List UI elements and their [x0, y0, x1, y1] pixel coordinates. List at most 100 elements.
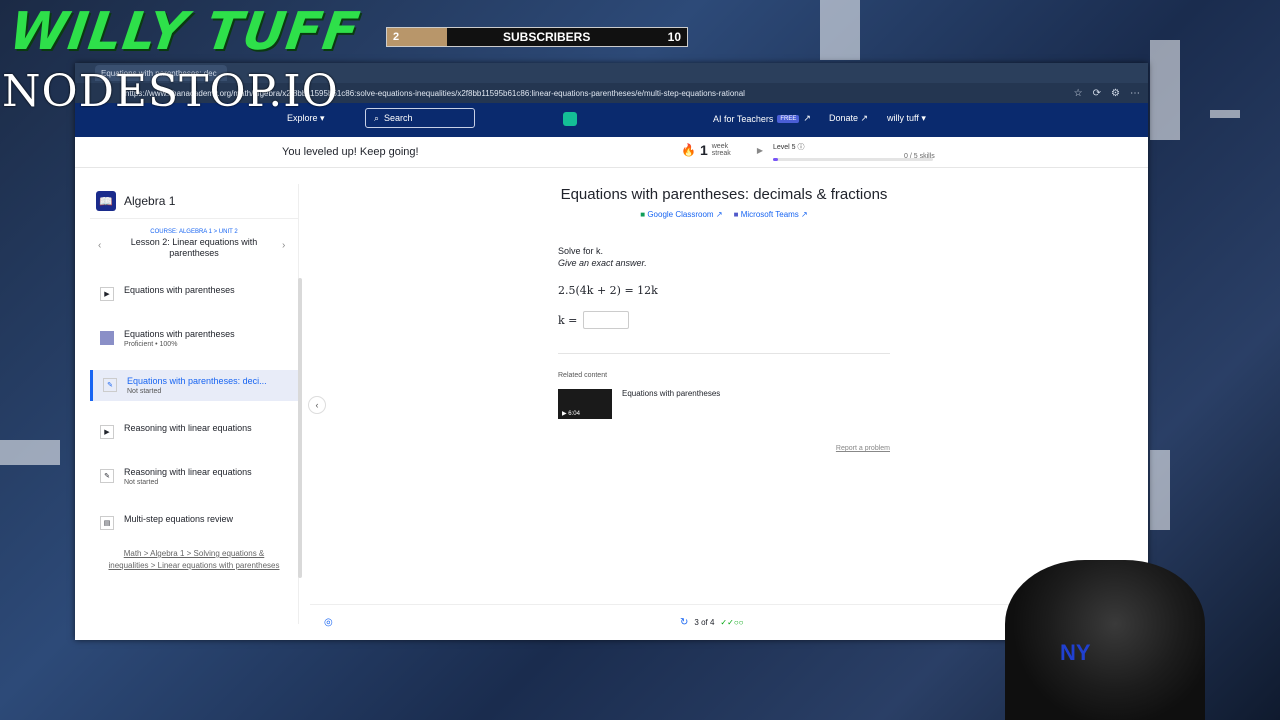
favorite-star-icon[interactable]: ☆	[1074, 88, 1083, 99]
problem-area: Solve for k. Give an exact answer. 2.5(4…	[558, 246, 890, 452]
ai-for-teachers-link[interactable]: AI for Teachers FREE ↗	[713, 113, 811, 124]
donate-link[interactable]: Donate ↗	[829, 113, 868, 124]
problem-hint: Give an exact answer.	[558, 258, 647, 268]
google-classroom-icon: ■	[640, 210, 646, 219]
video-icon: ▶	[100, 287, 114, 301]
stream-site-name: NODESTOP.IO	[2, 66, 339, 117]
lesson-sidebar: 📖 Algebra 1 COURSE: ALGEBRA 1 > UNIT 2 ‹…	[90, 184, 302, 624]
microsoft-teams-link[interactable]: Microsoft Teams	[741, 210, 799, 219]
problem-prompt: Solve for k.	[558, 246, 604, 256]
sidebar-item-label: Reasoning with linear equations	[124, 467, 252, 477]
level-up-message: You leveled up! Keep going!	[282, 146, 419, 158]
answer-label: k =	[558, 313, 578, 327]
pencil-icon: ✎	[100, 469, 114, 483]
level-fill	[773, 158, 778, 161]
external-link-icon: ↗	[860, 113, 869, 123]
browser-toolbar: ☆ ⟳ ⚙ ⋯	[1074, 88, 1148, 99]
mastery-square-icon	[100, 331, 114, 345]
sidebar-item-label: Equations with parentheses	[124, 285, 235, 295]
sidebar-item-label: Reasoning with linear equations	[124, 423, 252, 433]
background-light	[820, 0, 860, 60]
search-label: Search	[384, 113, 413, 123]
sidebar-item[interactable]: ▶ Equations with parentheses	[90, 279, 298, 307]
ai-for-teachers-label: AI for Teachers	[713, 113, 774, 124]
sidebar-item[interactable]: Equations with parentheses Proficient • …	[90, 323, 298, 354]
donate-label: Donate	[829, 113, 859, 123]
sidebar-item-label: Equations with parentheses	[124, 329, 235, 339]
flame-icon: 🔥	[681, 143, 696, 157]
video-icon: ▶	[100, 425, 114, 439]
user-menu[interactable]: willy tuff ▾	[887, 113, 926, 124]
progress-dots: ✓✓○○	[720, 618, 744, 627]
microsoft-teams-icon: ■	[733, 210, 739, 219]
streak-count: 1	[699, 142, 708, 158]
stream-brand-logo: WILLY TUFF	[5, 2, 364, 62]
background-light	[1150, 450, 1170, 530]
progress-notice-bar: You leveled up! Keep going! 🔥 1 week str…	[75, 137, 1148, 168]
report-problem-link[interactable]: Report a problem	[558, 445, 890, 452]
previous-lesson-icon[interactable]: ‹	[98, 240, 101, 251]
background-light	[1150, 40, 1180, 140]
course-unit-label[interactable]: COURSE: ALGEBRA 1 > UNIT 2	[90, 229, 298, 235]
video-thumbnail[interactable]: ▶ 6:04	[558, 389, 612, 419]
search-icon: ⌕	[374, 112, 380, 123]
more-menu-icon[interactable]: ⋯	[1130, 88, 1140, 99]
sidebar-item-status: Not started	[127, 388, 162, 395]
streak-indicator[interactable]: 🔥 1 week streak ▶	[681, 142, 763, 158]
google-classroom-link[interactable]: Google Classroom	[647, 210, 713, 219]
question-counter: 3 of 4	[694, 618, 715, 627]
accessibility-icon[interactable]: ◎	[324, 617, 333, 628]
sidebar-item[interactable]: ✎ Reasoning with linear equations Not st…	[90, 461, 298, 492]
exercise-title: Equations with parentheses: decimals & f…	[560, 186, 888, 203]
related-content-label: Related content	[558, 372, 608, 379]
sidebar-item[interactable]: ▤ Multi-step equations review	[90, 508, 298, 536]
streamer-webcam: NY	[1005, 560, 1205, 720]
background-light	[0, 440, 60, 465]
refresh-icon[interactable]: ⟳	[1093, 88, 1101, 99]
subscriber-label: SUBSCRIBERS	[503, 30, 591, 44]
book-icon: 📖	[96, 191, 116, 211]
sidebar-header[interactable]: 📖 Algebra 1	[90, 184, 298, 219]
divider	[558, 353, 890, 354]
sidebar-item-label: Equations with parentheses: deci...	[127, 376, 267, 386]
answer-row: k =	[558, 311, 890, 329]
streak-label: week streak	[712, 143, 731, 157]
level-label: Level 5 ⓘ	[773, 144, 805, 151]
sidebar-item-label: Multi-step equations review	[124, 514, 234, 524]
pencil-icon: ✎	[103, 378, 117, 392]
related-video-title[interactable]: Equations with parentheses	[622, 389, 720, 419]
background-light	[1210, 110, 1240, 118]
video-duration: ▶ 6:04	[562, 411, 580, 417]
sidebar-item-status: Not started	[124, 479, 159, 486]
next-lesson-icon[interactable]: ›	[282, 240, 285, 251]
sidebar-item[interactable]: ▶ Reasoning with linear equations	[90, 417, 298, 445]
article-icon: ▤	[100, 516, 114, 530]
exercise-main: Equations with parentheses: decimals & f…	[310, 184, 1148, 604]
breadcrumb[interactable]: Math > Algebra 1 > Solving equations & i…	[104, 548, 284, 572]
khan-academy-logo-icon[interactable]	[563, 112, 577, 126]
related-video[interactable]: ▶ 6:04 Equations with parentheses	[558, 389, 890, 419]
share-links: ■ Google Classroom ↗ ■ Microsoft Teams ↗	[310, 210, 1138, 219]
play-triangle-icon: ▶	[756, 145, 763, 155]
answer-input[interactable]	[583, 311, 630, 329]
sidebar-scrollbar[interactable]	[298, 278, 302, 578]
external-link-icon: ↗	[715, 210, 723, 219]
sidebar-item-active[interactable]: ✎ Equations with parentheses: deci... No…	[90, 370, 298, 401]
streak-word: streak	[711, 150, 731, 157]
cap-logo-icon: NY	[1060, 640, 1091, 665]
sidebar-item-status: Proficient • 100%	[124, 341, 178, 348]
question-progress: ↻ 3 of 4 ✓✓○○	[680, 617, 743, 628]
free-badge: FREE	[777, 114, 800, 123]
external-link-icon: ↗	[801, 210, 808, 219]
equation: 2.5(4k + 2) = 12k	[558, 284, 658, 297]
streak-unit: week	[711, 143, 729, 150]
lesson-title: Lesson 2: Linear equations with parenthe…	[130, 237, 258, 258]
restart-icon[interactable]: ↻	[680, 617, 688, 628]
subscriber-current: 2	[393, 31, 400, 43]
skills-count: 0 / 5 skills	[904, 153, 935, 160]
extensions-icon[interactable]: ⚙	[1111, 88, 1120, 99]
external-link-icon: ↗	[803, 113, 811, 123]
course-title: Algebra 1	[124, 194, 176, 208]
subscriber-goal-bar: 2 SUBSCRIBERS 10	[386, 27, 688, 47]
search-button[interactable]: ⌕ Search	[365, 108, 475, 128]
